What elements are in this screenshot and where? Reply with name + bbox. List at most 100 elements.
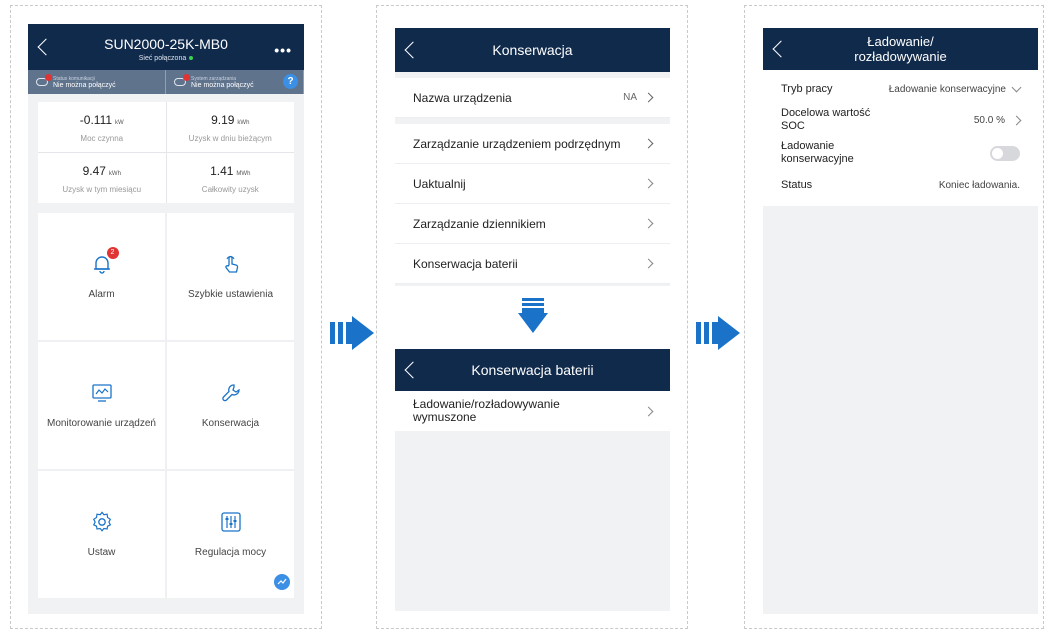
row-label-line1: Ładowanie [781,140,835,152]
page-title: Konserwacja baterii [471,362,594,378]
row-label: Status [781,179,813,191]
wrench-icon [220,382,242,404]
tile-label: Ustaw [87,547,116,558]
flow-arrow-right-icon [696,316,742,355]
tile-settings[interactable]: Ustaw [38,471,165,598]
tile-device-monitoring[interactable]: Monitorowanie urządzeń [38,342,165,469]
mgmt-error-icon [174,74,190,86]
kpi-name: Całkowity uzysk [201,185,259,194]
status-value: Koniec ładowania. [938,179,1020,191]
menu-item-upgrade[interactable]: Uaktualnij [395,164,670,204]
kpi-value: 1.41 [210,164,234,178]
row-status: Status Koniec ładowania. [763,170,1038,200]
menu-item-forced-charge-discharge[interactable]: Ładowanie/rozładowywanie wymuszone [395,391,670,431]
kpi-unit: kWh [108,171,121,177]
kpi-name: Uzysk w dniu bieżącym [188,134,272,143]
menu-item-value: NA [623,92,637,103]
chevron-right-icon [643,92,654,103]
maintenance-menu-group: Zarządzanie urządzeniem podrzędnym Uaktu… [395,124,670,284]
menu-item-subdevice-management[interactable]: Zarządzanie urządzeniem podrzędnym [395,124,670,164]
online-dot-icon [189,56,194,61]
work-mode-value: Ładowanie konserwacyjne [888,83,1006,95]
kpi-value: -0.111 [79,113,113,127]
row-work-mode[interactable]: Tryb pracy Ładowanie konserwacyjne [763,74,1038,104]
kpi-active-power: -0.111 kW Moc czynna [38,102,166,152]
chevron-right-icon [643,138,654,149]
chevron-right-icon [643,178,654,189]
row-label: Docelowa wartość SOC [781,107,870,133]
more-icon[interactable]: ••• [274,42,292,58]
battery-maintenance-screen: Konserwacja baterii Ładowanie/rozładowyw… [395,349,670,611]
kpi-yield-month: 9.47 kWh Uzysk w tym miesiącu [38,153,166,203]
chevron-right-icon [1011,115,1022,125]
menu-item-log-management[interactable]: Zarządzanie dziennikiem [395,204,670,244]
row-target-soc[interactable]: Docelowa wartość SOC 50.0 % [763,104,1038,136]
bell-icon: 2 [91,247,119,275]
device-title: SUN2000-25K-MB0 [104,36,228,52]
tile-label: Monitorowanie urządzeń [47,418,156,429]
row-label-line1: Docelowa wartość [781,107,871,119]
back-icon[interactable] [404,41,422,59]
maintenance-screen: Konserwacja Nazwa urządzenia NA Zarządza… [395,28,670,286]
monitor-icon [91,382,113,404]
kpi-name: Moc czynna [80,134,124,143]
row-label: Ładowanie konserwacyjne [781,140,854,166]
kpi-total-yield: 1.41 MWh Całkowity uzysk [166,153,294,203]
kpi-value: 9.19 [211,113,235,127]
row-label-line2: SOC [781,120,805,132]
menu-item-label: Nazwa urządzenia [413,90,512,105]
connection-status: Sieć połączona [28,55,304,62]
mgmt-status-value: Nie można połączyć [191,81,254,89]
menu-item-device-name[interactable]: Nazwa urządzenia NA [395,78,670,118]
row-label-line2: konserwacyjne [781,153,854,165]
maintenance-navbar: Konserwacja [395,28,670,72]
kpi-unit: kWh [237,120,250,126]
tile-label: Konserwacja [201,418,260,429]
comm-error-icon [36,74,52,86]
tile-label: Szybkie ustawienia [187,289,274,300]
page-title-line1: Ładowanie/ [867,34,934,49]
flow-arrow-right-icon [330,316,376,355]
function-grid: 2 Alarm Szybkie ustawienia Monitorowanie… [38,213,294,598]
kpi-grid: -0.111 kW Moc czynna 9.19 kWh Uzysk w dniu… [38,102,294,203]
menu-item-label: Zarządzanie dziennikiem [413,216,546,231]
kpi-name: Uzysk w tym miesiącu [62,185,142,194]
tile-label: Regulacja mocy [194,547,267,558]
back-icon[interactable] [772,40,790,58]
tile-label: Alarm [88,289,115,300]
maintenance-menu: Nazwa urządzenia NA [395,78,670,118]
hand-pointer-icon [220,253,242,275]
maintenance-charging-toggle[interactable] [990,145,1020,161]
chevron-down-icon [1011,82,1022,93]
chevron-right-icon [643,258,654,269]
back-icon[interactable] [404,361,422,379]
tile-power-regulation[interactable]: Regulacja mocy [167,471,294,598]
sliders-icon [220,511,242,533]
comm-status[interactable]: Status komunikacji Nie można połączyć [28,70,166,94]
tile-quick-settings[interactable]: Szybkie ustawienia [167,213,294,340]
row-maintenance-charging: Ładowanie konserwacyjne [763,136,1038,170]
gear-icon [91,511,113,533]
menu-item-battery-maintenance[interactable]: Konserwacja baterii [395,244,670,284]
kpi-yield-today: 9.19 kWh Uzysk w dniu bieżącym [166,102,294,152]
chevron-right-icon [643,406,654,416]
chart-fab-icon[interactable] [274,574,290,590]
settings-list: Tryb pracy Ładowanie konserwacyjne Docel… [763,70,1038,206]
battery-maintenance-menu: Ładowanie/rozładowywanie wymuszone [395,391,670,431]
tile-maintenance[interactable]: Konserwacja [167,342,294,469]
help-icon[interactable]: ? [283,74,298,89]
kpi-value: 9.47 [82,164,106,178]
page-title: Konserwacja [492,42,573,58]
alarm-count-badge: 2 [106,247,119,259]
kpi-unit: MWh [236,171,251,177]
battery-maintenance-navbar: Konserwacja baterii [395,349,670,391]
tile-alarm[interactable]: 2 Alarm [38,213,165,340]
target-soc-value: 50.0 % [973,114,1005,126]
home-navbar: SUN2000-25K-MB0 Sieć połączona ••• [28,24,304,70]
chevron-right-icon [643,218,654,229]
page-title-line2: rozładowywanie [854,49,947,64]
home-screen: SUN2000-25K-MB0 Sieć połączona ••• Statu… [28,24,304,614]
kpi-unit: kW [115,120,124,126]
menu-item-label: Konserwacja baterii [413,256,518,271]
flow-arrow-down-icon [518,298,548,339]
